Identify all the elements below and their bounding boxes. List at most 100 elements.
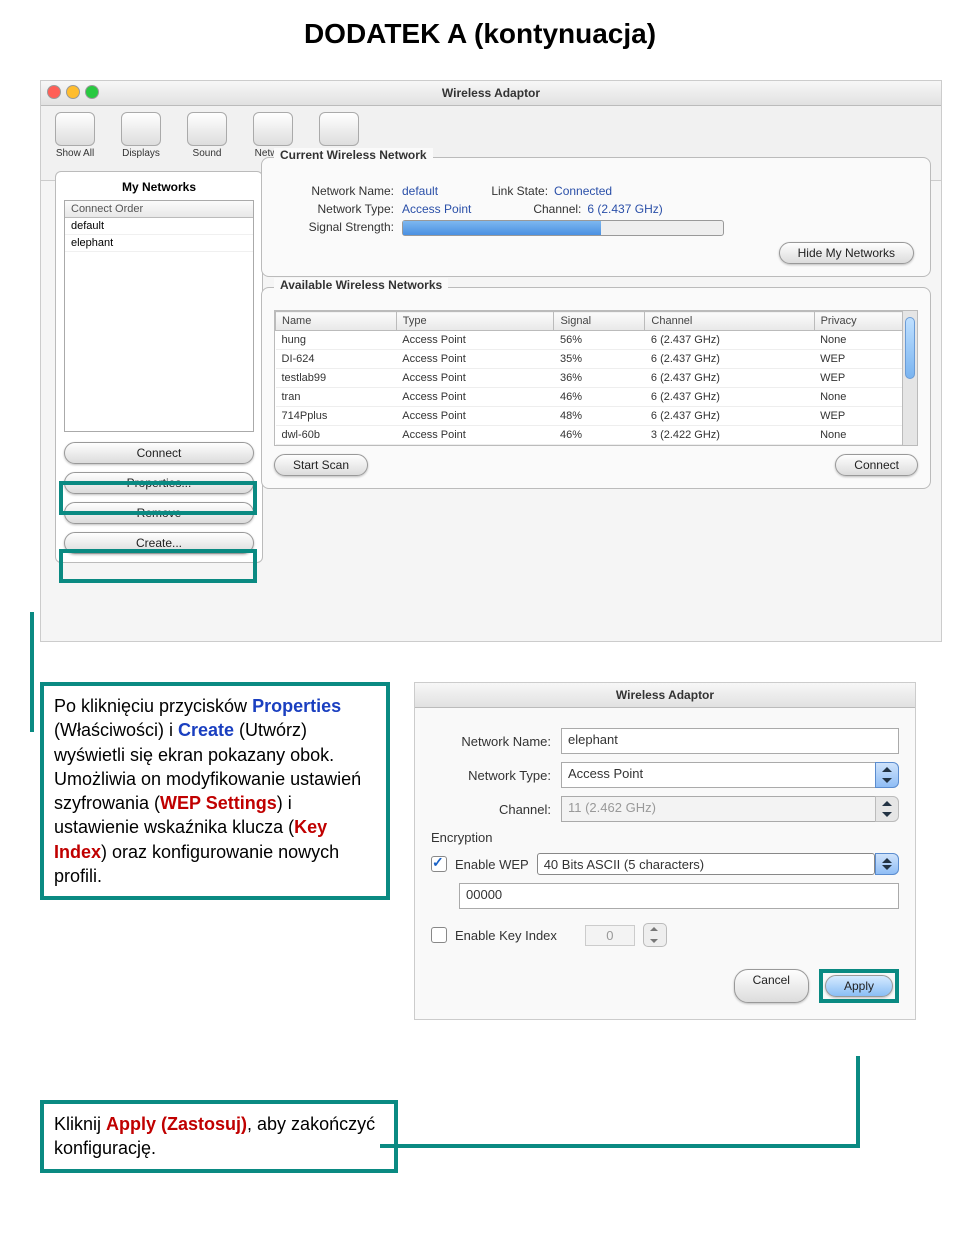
select-value: 11 (2.462 GHz): [561, 796, 875, 822]
sound-icon: [187, 112, 227, 146]
toolbar-sound[interactable]: Sound: [183, 112, 231, 170]
chevron-up-down-icon: [875, 796, 899, 822]
link-state-value: Connected: [554, 184, 612, 198]
enable-key-index-label: Enable Key Index: [455, 928, 557, 943]
table-row[interactable]: testlab99Access Point36%6 (2.437 GHz)WEP: [276, 369, 917, 388]
chevron-up-down-icon: [875, 762, 899, 788]
page-title: DODATEK A (kontynuacja): [40, 18, 920, 50]
select-value: Access Point: [561, 762, 875, 788]
group-title: Available Wireless Networks: [274, 278, 448, 292]
label: Channel:: [511, 202, 581, 216]
current-network-group: Current Wireless Network Network Name: d…: [261, 157, 931, 277]
properties-button[interactable]: Properties...: [64, 472, 254, 494]
table-cell: Access Point: [396, 369, 554, 388]
table-row[interactable]: 714PplusAccess Point48%6 (2.437 GHz)WEP: [276, 407, 917, 426]
signal-fill: [403, 221, 601, 235]
connect-button[interactable]: Connect: [64, 442, 254, 464]
table-cell: 36%: [554, 369, 645, 388]
table-cell: 35%: [554, 350, 645, 369]
label: Network Name:: [274, 184, 394, 198]
enable-key-index-checkbox[interactable]: [431, 927, 447, 943]
wep-mode-select[interactable]: 40 Bits ASCII (5 characters): [537, 853, 899, 875]
my-networks-panel: My Networks Connect Order default elepha…: [55, 171, 263, 563]
table-cell: 6 (2.437 GHz): [645, 388, 814, 407]
window-titlebar: Wireless Adaptor: [415, 683, 915, 708]
network-name-input[interactable]: elephant: [561, 728, 899, 754]
table-cell: Access Point: [396, 331, 554, 350]
hide-my-networks-button[interactable]: Hide My Networks: [779, 242, 914, 264]
encryption-label: Encryption: [431, 830, 899, 845]
toolbar-label: Sound: [193, 148, 222, 159]
table-cell: 46%: [554, 426, 645, 445]
start-scan-button[interactable]: Start Scan: [274, 454, 368, 476]
window-title: Wireless Adaptor: [442, 86, 540, 100]
table-cell: 6 (2.437 GHz): [645, 331, 814, 350]
list-item[interactable]: default: [65, 218, 253, 235]
label: Signal Strength:: [274, 220, 394, 236]
table-cell: 6 (2.437 GHz): [645, 369, 814, 388]
col-type[interactable]: Type: [396, 312, 554, 331]
wep-key-input[interactable]: 00000: [459, 883, 899, 909]
zoom-icon[interactable]: [85, 85, 99, 99]
channel-value: 6 (2.437 GHz): [587, 202, 662, 216]
enable-wep-checkbox[interactable]: [431, 856, 447, 872]
table-cell: Access Point: [396, 426, 554, 445]
network-type-select[interactable]: Access Point: [561, 762, 899, 788]
col-channel[interactable]: Channel: [645, 312, 814, 331]
main-area: Current Wireless Network Network Name: d…: [261, 153, 931, 631]
channel-select: 11 (2.462 GHz): [561, 796, 899, 822]
my-networks-list[interactable]: Connect Order default elephant: [64, 200, 254, 432]
enable-wep-label: Enable WEP: [455, 857, 529, 872]
label: Network Type:: [431, 768, 551, 783]
table-row[interactable]: hungAccess Point56%6 (2.437 GHz)None: [276, 331, 917, 350]
key-index-value: 0: [585, 925, 635, 946]
connect-available-button[interactable]: Connect: [835, 454, 918, 476]
table-cell: 714Pplus: [276, 407, 397, 426]
text: Po kliknięciu przycisków: [54, 696, 252, 716]
screenshot-network-properties: Wireless Adaptor Network Name:elephant N…: [414, 682, 916, 1020]
label: Network Type:: [274, 202, 394, 216]
table-cell: 46%: [554, 388, 645, 407]
available-networks-group: Available Wireless Networks Name Type Si…: [261, 287, 931, 489]
table-cell: dwl-60b: [276, 426, 397, 445]
scrollbar[interactable]: [902, 311, 917, 445]
apply-button[interactable]: Apply: [825, 975, 893, 997]
table-cell: DI-624: [276, 350, 397, 369]
network-name-value: default: [402, 184, 438, 198]
my-networks-title: My Networks: [64, 180, 254, 194]
table-cell: tran: [276, 388, 397, 407]
signal-strength-bar: [402, 220, 724, 236]
window-title: Wireless Adaptor: [616, 688, 714, 702]
table-row[interactable]: tranAccess Point46%6 (2.437 GHz)None: [276, 388, 917, 407]
available-networks-table[interactable]: Name Type Signal Channel Privacy hungAcc…: [275, 311, 917, 445]
chevron-up-down-icon: [875, 853, 899, 875]
window-titlebar: Wireless Adaptor: [41, 81, 941, 106]
text: Properties: [252, 696, 341, 716]
displays-icon: [121, 112, 161, 146]
table-cell: 48%: [554, 407, 645, 426]
remove-button[interactable]: Remove: [64, 502, 254, 524]
list-item[interactable]: elephant: [65, 235, 253, 252]
cancel-button[interactable]: Cancel: [734, 969, 809, 1003]
col-name[interactable]: Name: [276, 312, 397, 331]
group-title: Current Wireless Network: [274, 148, 433, 162]
callout-properties-create: Po kliknięciu przycisków Properties (Wła…: [40, 682, 390, 900]
toolbar-displays[interactable]: Displays: [117, 112, 165, 170]
scroll-thumb[interactable]: [905, 317, 915, 379]
table-row[interactable]: dwl-60bAccess Point46%3 (2.422 GHz)None: [276, 426, 917, 445]
connector-line: [30, 612, 34, 732]
create-button[interactable]: Create...: [64, 532, 254, 554]
toolbar-show-all[interactable]: Show All: [51, 112, 99, 170]
table-row[interactable]: DI-624Access Point35%6 (2.437 GHz)WEP: [276, 350, 917, 369]
traffic-lights: [47, 85, 99, 99]
table-cell: 6 (2.437 GHz): [645, 407, 814, 426]
table-cell: 3 (2.422 GHz): [645, 426, 814, 445]
select-value: 40 Bits ASCII (5 characters): [537, 853, 875, 875]
label: Channel:: [431, 802, 551, 817]
close-icon[interactable]: [47, 85, 61, 99]
key-index-stepper[interactable]: [643, 923, 667, 947]
networks-table-wrap: Name Type Signal Channel Privacy hungAcc…: [274, 310, 918, 446]
col-signal[interactable]: Signal: [554, 312, 645, 331]
connector-line: [856, 1056, 860, 1148]
minimize-icon[interactable]: [66, 85, 80, 99]
